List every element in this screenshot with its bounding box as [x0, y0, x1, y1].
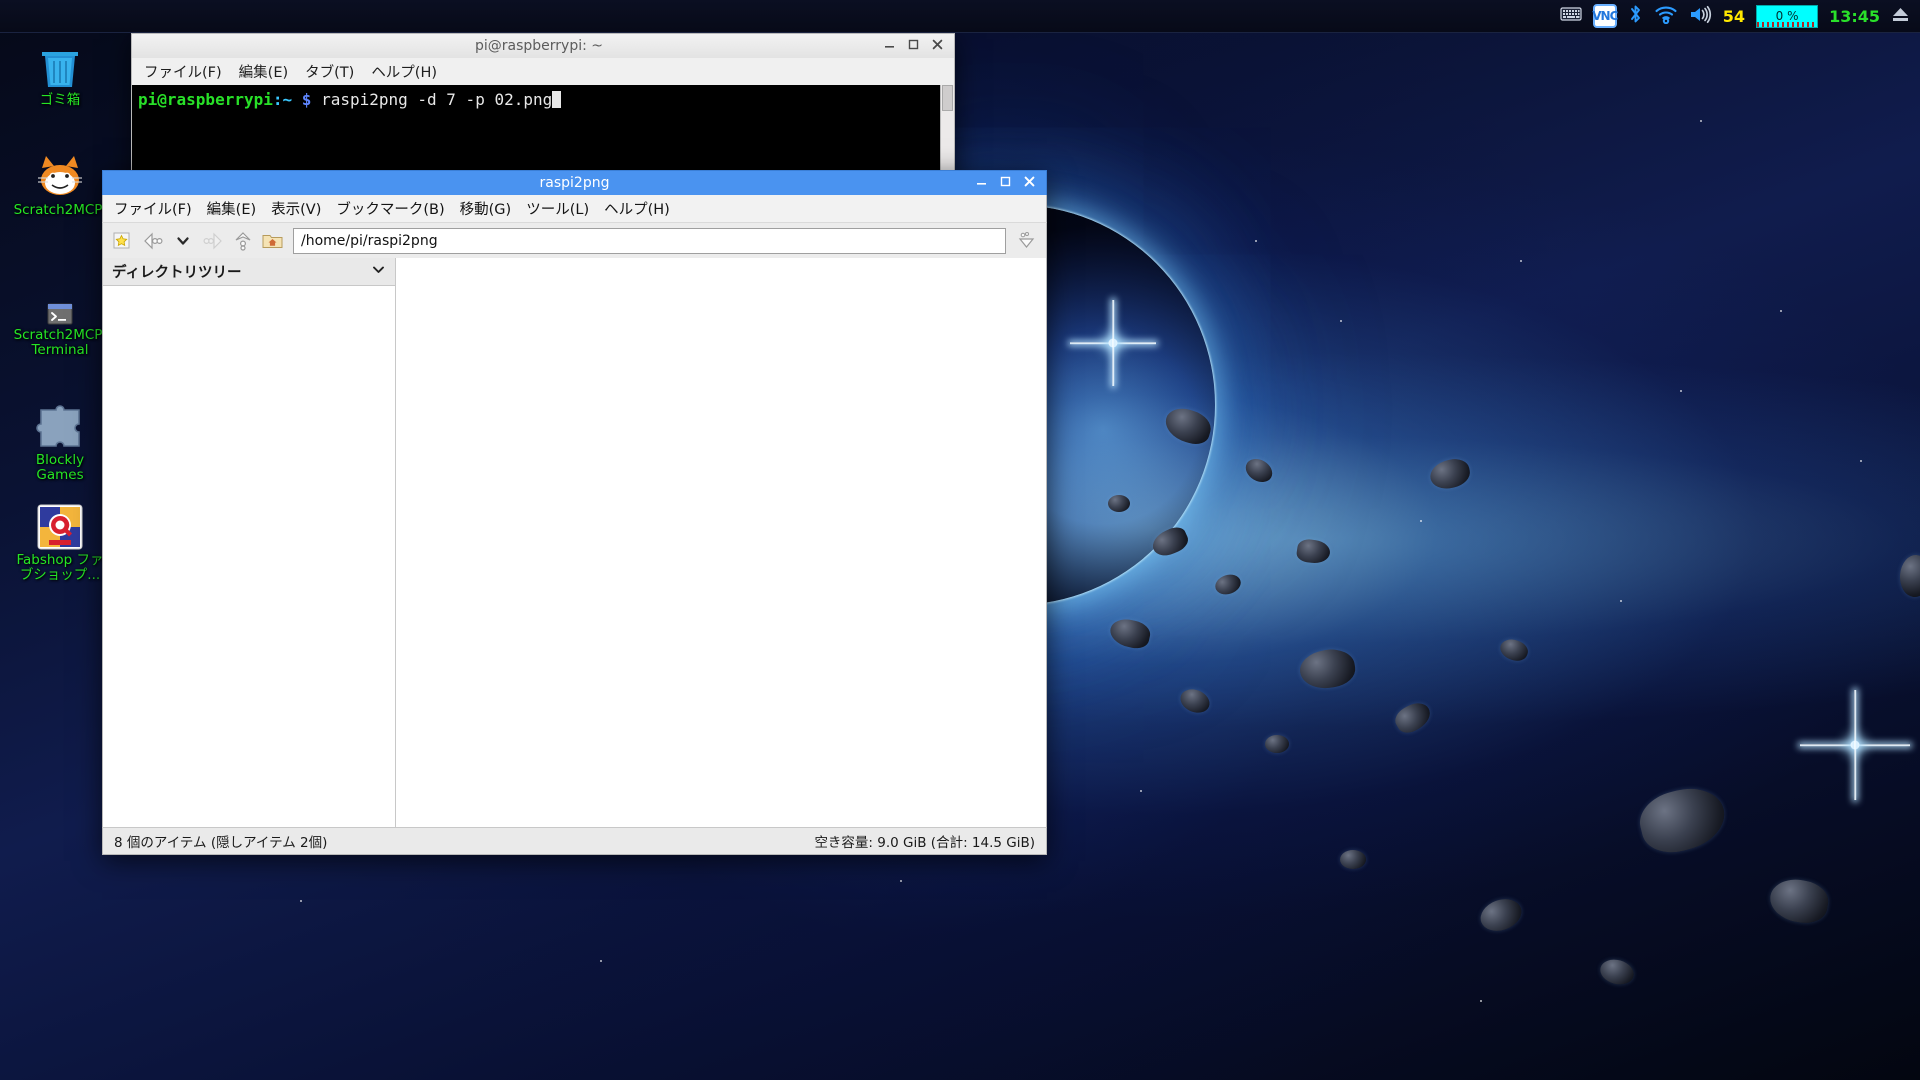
asteroid [1427, 456, 1473, 492]
fabshop-icon [12, 500, 108, 550]
terminal-cursor [552, 91, 562, 108]
desktop-icon-label: Scratch2MCPI Terminal [13, 327, 107, 358]
file-manager-menu-item-5[interactable]: ツール(L) [526, 198, 589, 219]
file-manager-menu-item-4[interactable]: 移動(G) [460, 198, 512, 219]
asteroid [1391, 697, 1435, 738]
file-manager-menu-item-6[interactable]: ヘルプ(H) [604, 198, 670, 219]
volume-value: 54 [1722, 6, 1746, 26]
file-manager-menu-item-0[interactable]: ファイル(F) [114, 198, 192, 219]
wifi-icon[interactable] [1654, 4, 1678, 28]
terminal-menu-item-1[interactable]: 編集(E) [239, 61, 288, 82]
desktop-icon-label: ゴミ箱 [39, 92, 81, 108]
forward-arrow-icon[interactable] [200, 228, 225, 254]
file-manager-menu-item-3[interactable]: ブックマーク(B) [336, 198, 444, 219]
asteroid [1767, 875, 1831, 927]
asteroid [1295, 537, 1332, 566]
desktop-icon-trash[interactable]: ゴミ箱 [12, 40, 108, 108]
desktop-icon-label: Scratch2MCPI [13, 202, 107, 218]
back-arrow-icon[interactable] [140, 228, 165, 254]
cpu-monitor[interactable]: 0 % [1756, 4, 1819, 28]
terminal-prompt-user: pi@raspberrypi [138, 90, 273, 109]
asteroid [1241, 454, 1277, 487]
file-manager-title: raspi2png [539, 175, 610, 191]
bluetooth-icon[interactable] [1628, 3, 1643, 29]
file-manager-titlebar[interactable]: raspi2png [102, 170, 1047, 195]
file-list-view[interactable] [396, 258, 1046, 827]
asteroid [1898, 553, 1920, 599]
up-arrow-icon[interactable] [230, 228, 255, 254]
asteroid [1265, 735, 1289, 753]
directory-tree-header: ディレクトリツリー [103, 258, 395, 286]
puzzle-piece-icon [12, 400, 108, 450]
trash-icon [12, 40, 108, 90]
keyboard-icon[interactable] [1560, 6, 1582, 26]
file-manager-minimize-button[interactable] [976, 176, 987, 190]
asteroid [1476, 893, 1526, 937]
file-manager-menu-item-2[interactable]: 表示(V) [271, 198, 321, 219]
asteroid [1497, 636, 1531, 664]
desktop-icon-terminal[interactable]: Scratch2MCPI Terminal [12, 275, 108, 358]
desktop-icon-fabshop[interactable]: Fabshop ファブショップ... [12, 500, 108, 583]
terminal-prompt-sep: : [272, 90, 283, 109]
asteroid [1212, 571, 1244, 598]
terminal-maximize-button[interactable] [908, 39, 919, 53]
file-manager-maximize-button[interactable] [1000, 176, 1011, 190]
eject-icon[interactable] [1891, 6, 1910, 27]
terminal-prompt-line: pi@raspberrypi:~ $ raspi2png -d 7 -p 02.… [138, 90, 950, 109]
terminal-menu-item-2[interactable]: タブ(T) [305, 61, 354, 82]
taskbar-window-list[interactable] [13, 0, 1560, 32]
asteroid [1176, 685, 1214, 717]
go-button-icon[interactable] [1014, 228, 1039, 254]
desktop-icon-puzzle-piece[interactable]: Blockly Games [12, 400, 108, 483]
vnc-icon[interactable]: VNC [1592, 4, 1618, 28]
asteroid [1107, 616, 1153, 651]
desktop-icon-label: Fabshop ファブショップ... [16, 552, 104, 583]
terminal-minimize-button[interactable] [884, 39, 895, 53]
file-manager-menubar[interactable]: ファイル(F) 編集(E) 表示(V) ブックマーク(B) 移動(G) ツール(L) ヘルプ… [102, 195, 1047, 222]
clock[interactable]: 13:45 [1829, 7, 1880, 26]
asteroid [1297, 645, 1358, 693]
status-free-space: 空き容量: 9.0 GiB (合計: 14.5 GiB) [814, 835, 1035, 851]
directory-tree-title: ディレクトリツリー [112, 265, 242, 281]
terminal-close-button[interactable] [932, 39, 943, 53]
chevron-down-icon[interactable] [170, 228, 195, 254]
asteroid [1597, 956, 1637, 988]
volume-icon[interactable] [1689, 5, 1712, 28]
terminal-menu-item-0[interactable]: ファイル(F) [144, 61, 222, 82]
chevron-down-icon[interactable] [371, 263, 386, 280]
star-glint [1800, 690, 1910, 800]
asteroid [1634, 780, 1731, 860]
file-manager-statusbar: 8 個のアイテム (隠しアイテム 2個) 空き容量: 9.0 GiB (合計: … [102, 827, 1047, 855]
terminal-prompt-symbol: $ [301, 90, 312, 109]
directory-tree-sidebar[interactable]: ディレクトリツリー [103, 258, 396, 827]
file-manager-window[interactable]: raspi2png ファイル(F) 編集(E) 表示(V) ブックマーク(B) 移動(G… [102, 170, 1047, 855]
desktop-icon-scratch-cat[interactable]: Scratch2MCPI [12, 150, 108, 218]
scratch-cat-icon [12, 150, 108, 200]
terminal-prompt-dir: ~ [282, 90, 293, 109]
taskbar[interactable]: VNC 54 0 % 13:45 [0, 0, 1920, 33]
terminal-titlebar[interactable]: pi@raspberrypi: ~ [131, 33, 955, 58]
desktop-icon-label: Blockly Games [35, 452, 85, 483]
directory-tree-list[interactable] [103, 286, 395, 827]
file-manager-menu-item-1[interactable]: 編集(E) [207, 198, 256, 219]
asteroid [1108, 495, 1130, 512]
status-item-count: 8 個のアイテム (隠しアイテム 2個) [114, 835, 328, 851]
system-tray[interactable]: VNC 54 0 % 13:45 [1560, 3, 1920, 29]
terminal-title: pi@raspberrypi: ~ [474, 38, 604, 54]
terminal-menu-item-3[interactable]: ヘルプ(H) [371, 61, 437, 82]
terminal-menubar[interactable]: ファイル(F) 編集(E) タブ(T) ヘルプ(H) [131, 58, 955, 85]
terminal-command-text: raspi2png -d 7 -p 02.png [321, 90, 553, 109]
home-folder-icon[interactable] [260, 228, 285, 254]
new-tab-icon[interactable] [110, 228, 135, 254]
asteroid [1340, 850, 1366, 869]
terminal-icon [12, 275, 108, 325]
path-text: /home/pi/raspi2png [301, 232, 438, 249]
file-manager-close-button[interactable] [1024, 176, 1035, 190]
path-input[interactable]: /home/pi/raspi2png [293, 227, 1006, 254]
file-manager-toolbar[interactable]: /home/pi/raspi2png [102, 222, 1047, 258]
